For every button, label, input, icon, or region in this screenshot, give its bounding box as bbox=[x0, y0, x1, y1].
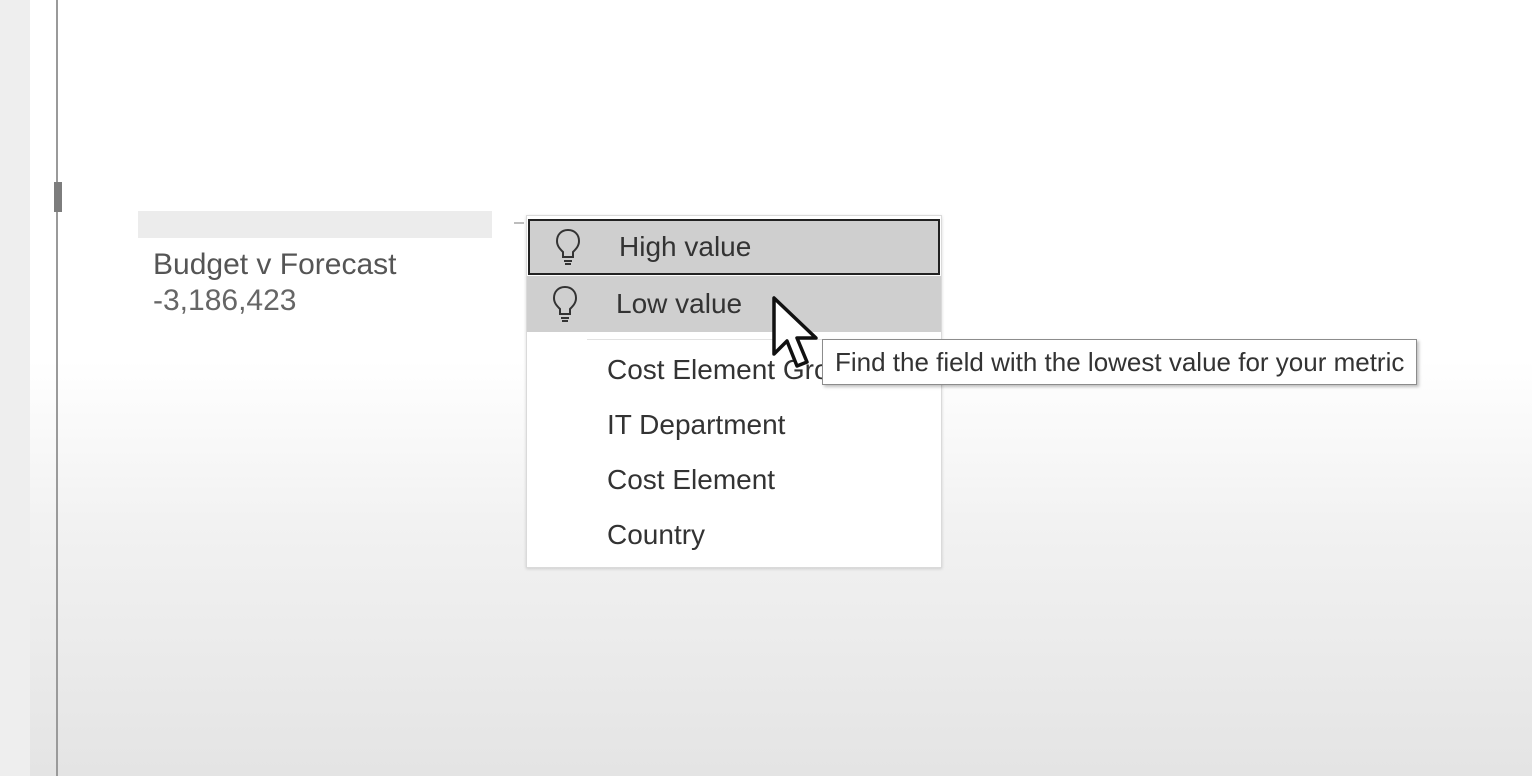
analyze-context-menu: High value Low value Cost Element Gro IT… bbox=[526, 215, 942, 568]
menu-item-label: Cost Element bbox=[607, 463, 776, 495]
menu-item-high-value[interactable]: High value bbox=[528, 219, 940, 275]
menu-item-label: Low value bbox=[616, 288, 743, 319]
visual-header-bar[interactable] bbox=[138, 211, 492, 238]
lightbulb-icon bbox=[553, 227, 583, 267]
menu-item-country[interactable]: Country bbox=[527, 507, 941, 562]
left-panel-strip bbox=[0, 0, 30, 776]
metric-value: -3,186,423 bbox=[153, 284, 297, 317]
tooltip: Find the field with the lowest value for… bbox=[822, 339, 1418, 385]
lightbulb-icon bbox=[550, 284, 580, 324]
resize-handle[interactable] bbox=[54, 182, 62, 212]
metric-card[interactable]: Budget v Forecast -3,186,423 bbox=[153, 247, 396, 319]
visual-tick-mark bbox=[514, 222, 524, 224]
canvas-left-border bbox=[56, 0, 58, 776]
menu-item-cost-element[interactable]: Cost Element bbox=[527, 452, 941, 507]
metric-title: Budget v Forecast bbox=[153, 248, 397, 281]
menu-item-it-department[interactable]: IT Department bbox=[527, 397, 941, 452]
menu-item-low-value[interactable]: Low value bbox=[527, 276, 941, 332]
menu-item-label: High value bbox=[619, 231, 752, 262]
menu-item-label: Country bbox=[607, 518, 706, 550]
menu-item-label: IT Department bbox=[607, 408, 786, 440]
mouse-cursor-icon bbox=[772, 296, 818, 368]
